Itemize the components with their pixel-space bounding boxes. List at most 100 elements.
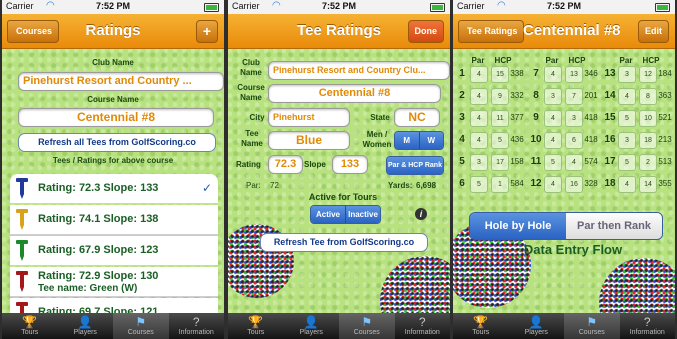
hcp-value[interactable]: 10 [639, 110, 657, 127]
inactive-option[interactable]: Inactive [345, 206, 380, 223]
yardage-value: 332 [510, 91, 524, 100]
gender-women-option[interactable]: W [418, 132, 443, 149]
club-name-field[interactable]: Pinehurst Resort and Country Clu... [268, 61, 450, 80]
tab-courses[interactable]: ⚑ Courses [113, 313, 169, 339]
par-value[interactable]: 4 [470, 88, 488, 105]
tab-players[interactable]: 👤 Players [58, 313, 114, 339]
par-value[interactable]: 4 [470, 66, 488, 83]
par-value[interactable]: 4 [544, 132, 562, 149]
hcp-value[interactable]: 16 [565, 176, 583, 193]
course-name-field[interactable]: Centennial #8 [268, 84, 441, 103]
gender-men-option[interactable]: M [395, 132, 419, 149]
club-name-label: Club Name [240, 58, 262, 77]
data-entry-toggle: Hole by Hole Par then Rank [469, 212, 663, 240]
hole-number: 5 [459, 156, 465, 167]
hcp-value[interactable]: 6 [565, 132, 583, 149]
tee-name-field[interactable]: Blue [268, 131, 350, 150]
par-value[interactable]: 4 [470, 132, 488, 149]
info-icon[interactable]: i [415, 208, 427, 220]
par-value[interactable]: 4 [618, 176, 636, 193]
refresh-tees-button[interactable]: Refresh all Tees from GolfScoring.co [18, 133, 216, 152]
club-name-field[interactable]: Pinehurst Resort and Country ... [18, 72, 224, 91]
yardage-value: 584 [510, 179, 524, 188]
hcp-value[interactable]: 11 [491, 110, 509, 127]
par-value[interactable]: 4 [618, 88, 636, 105]
city-field[interactable]: Pinehurst [268, 108, 350, 127]
active-option[interactable]: Active [311, 206, 345, 223]
hole-by-hole-option[interactable]: Hole by Hole [470, 213, 566, 239]
state-field[interactable]: NC [394, 108, 440, 127]
tee-row[interactable]: Rating: 72.3 Slope: 133 ✓ [10, 174, 218, 204]
yardage-value: 158 [510, 157, 524, 166]
edit-button[interactable]: Edit [638, 20, 669, 43]
tee-row[interactable]: Rating: 74.1 Slope: 138 [10, 205, 218, 235]
par-value[interactable]: 3 [470, 154, 488, 171]
par-hcp-rank-button[interactable]: Par & HCP Rank [387, 157, 443, 174]
tab-label: Courses [578, 329, 605, 336]
par-value[interactable]: 3 [618, 132, 636, 149]
hcp-value[interactable]: 5 [491, 132, 509, 149]
gender-toggle: M W [394, 131, 444, 150]
par-value[interactable]: 4 [544, 66, 562, 83]
yardage-value: 418 [584, 113, 598, 122]
person-icon: 👤 [77, 315, 93, 329]
hole-number: 18 [604, 178, 616, 189]
add-button[interactable]: + [195, 20, 218, 43]
tab-tours[interactable]: 🏆 Tours [228, 313, 284, 339]
course-name-label: Course Name [237, 83, 265, 102]
hcp-value[interactable]: 8 [639, 88, 657, 105]
tab-tours[interactable]: 🏆 Tours [2, 313, 58, 339]
hcp-value[interactable]: 14 [639, 176, 657, 193]
tab-information[interactable]: ? Information [620, 313, 676, 339]
hcp-value[interactable]: 3 [565, 110, 583, 127]
tab-information[interactable]: ? Information [395, 313, 451, 339]
par-value[interactable]: 5 [544, 154, 562, 171]
hcp-value[interactable]: 4 [565, 154, 583, 171]
par-then-rank-option[interactable]: Par then Rank [566, 213, 662, 239]
tab-courses[interactable]: ⚑ Courses [339, 313, 395, 339]
hcp-value[interactable]: 7 [565, 88, 583, 105]
par-value[interactable]: 4 [544, 110, 562, 127]
par-value[interactable]: 3 [544, 88, 562, 105]
hcp-column-header: HCP [494, 56, 512, 65]
done-button[interactable]: Done [407, 20, 444, 43]
hcp-value[interactable]: 12 [639, 66, 657, 83]
par-value[interactable]: 5 [470, 176, 488, 193]
tee-row[interactable]: Rating: 67.9 Slope: 123 [10, 236, 218, 266]
hole-number: 15 [604, 112, 616, 123]
hcp-value[interactable]: 17 [491, 154, 509, 171]
nav-bar: Courses Ratings + [2, 14, 224, 49]
status-bar: Carrier ◠ 7:52 PM [228, 0, 450, 14]
par-value[interactable]: 4 [470, 110, 488, 127]
tab-information[interactable]: ? Information [169, 313, 225, 339]
par-value[interactable]: 5 [618, 110, 636, 127]
hole-number: 7 [533, 68, 539, 79]
tab-players[interactable]: 👤 Players [509, 313, 565, 339]
clock: 7:52 PM [321, 1, 356, 11]
hcp-value[interactable]: 13 [565, 66, 583, 83]
hcp-value[interactable]: 18 [639, 132, 657, 149]
hcp-value[interactable]: 15 [491, 66, 509, 83]
yardage-value: 355 [658, 179, 672, 188]
tab-courses[interactable]: ⚑ Courses [564, 313, 620, 339]
back-button[interactable]: Tee Ratings [458, 20, 525, 43]
course-name-field[interactable]: Centennial #8 [18, 108, 214, 127]
hole-number: 12 [530, 178, 542, 189]
par-value[interactable]: 4 [544, 176, 562, 193]
hole-number: 6 [459, 178, 465, 189]
hcp-value[interactable]: 1 [491, 176, 509, 193]
refresh-tee-button[interactable]: Refresh Tee from GolfScoring.co [260, 233, 428, 252]
par-value[interactable]: 3 [618, 66, 636, 83]
slope-field[interactable]: 133 [332, 155, 368, 174]
par-value[interactable]: 5 [618, 154, 636, 171]
rating-field[interactable]: 72.3 [268, 155, 303, 174]
tab-players[interactable]: 👤 Players [284, 313, 340, 339]
hcp-value[interactable]: 2 [639, 154, 657, 171]
tab-label: Information [629, 329, 665, 336]
tee-row[interactable]: Rating: 72.9 Slope: 130 Tee name: Green (… [10, 267, 218, 297]
state-label: State [370, 113, 390, 122]
tab-tours[interactable]: 🏆 Tours [453, 313, 509, 339]
par-column-header: Par [619, 56, 633, 65]
tab-bar: 🏆 Tours 👤 Players ⚑ Courses ? Information [2, 313, 224, 339]
hcp-value[interactable]: 9 [491, 88, 509, 105]
